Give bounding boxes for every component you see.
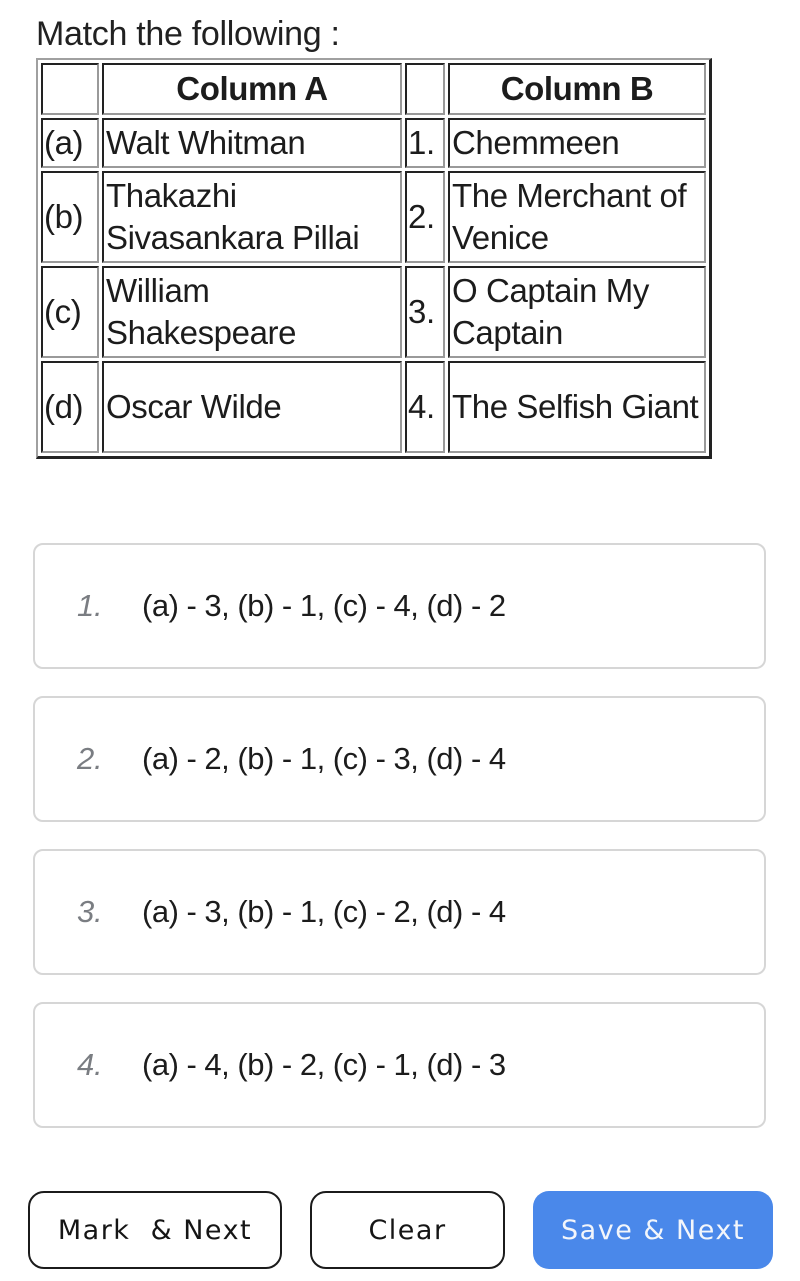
row-label-a: (a) bbox=[41, 118, 99, 168]
header-column-a: Column A bbox=[102, 63, 402, 115]
row-item-a: Walt Whitman bbox=[102, 118, 402, 168]
row-label-a: (b) bbox=[41, 171, 99, 263]
header-blank-b bbox=[405, 63, 445, 115]
row-label-a: (c) bbox=[41, 266, 99, 358]
row-label-b: 4. bbox=[405, 361, 445, 453]
header-column-b: Column B bbox=[448, 63, 706, 115]
option-number: 3. bbox=[77, 894, 103, 929]
option-text: (a) - 4, (b) - 2, (c) - 1, (d) - 3 bbox=[142, 1047, 506, 1082]
option-3[interactable]: 3. (a) - 3, (b) - 1, (c) - 2, (d) - 4 bbox=[33, 849, 766, 975]
row-label-b: 1. bbox=[405, 118, 445, 168]
option-text: (a) - 3, (b) - 1, (c) - 2, (d) - 4 bbox=[142, 894, 506, 929]
table-row: (c) William Shakespeare 3. O Captain My … bbox=[41, 266, 706, 358]
table-header-row: Column A Column B bbox=[41, 63, 706, 115]
row-item-a: William Shakespeare bbox=[102, 266, 402, 358]
option-number: 4. bbox=[77, 1047, 103, 1082]
row-label-a: (d) bbox=[41, 361, 99, 453]
row-item-a: Thakazhi Sivasankara Pillai bbox=[102, 171, 402, 263]
option-number: 1. bbox=[77, 588, 103, 623]
clear-label: Clear bbox=[368, 1214, 447, 1246]
option-1[interactable]: 1. (a) - 3, (b) - 1, (c) - 4, (d) - 2 bbox=[33, 543, 766, 669]
row-label-b: 3. bbox=[405, 266, 445, 358]
option-number: 2. bbox=[77, 741, 103, 776]
option-text: (a) - 3, (b) - 1, (c) - 4, (d) - 2 bbox=[142, 588, 506, 623]
row-item-b: O Captain My Captain bbox=[448, 266, 706, 358]
mark-and-next-button[interactable]: Mark & Next bbox=[28, 1191, 282, 1269]
save-and-next-label: Save & Next bbox=[561, 1214, 745, 1246]
header-blank-a bbox=[41, 63, 99, 115]
table-row: (d) Oscar Wilde 4. The Selfish Giant bbox=[41, 361, 706, 453]
option-4[interactable]: 4. (a) - 4, (b) - 2, (c) - 1, (d) - 3 bbox=[33, 1002, 766, 1128]
row-item-b: The Selfish Giant bbox=[448, 361, 706, 453]
match-table: Column A Column B (a) Walt Whitman 1. Ch… bbox=[36, 58, 712, 459]
option-2[interactable]: 2. (a) - 2, (b) - 1, (c) - 3, (d) - 4 bbox=[33, 696, 766, 822]
row-item-b: Chemmeen bbox=[448, 118, 706, 168]
save-and-next-button[interactable]: Save & Next bbox=[533, 1191, 773, 1269]
table-row: (a) Walt Whitman 1. Chemmeen bbox=[41, 118, 706, 168]
row-item-b: The Merchant of Venice bbox=[448, 171, 706, 263]
row-label-b: 2. bbox=[405, 171, 445, 263]
row-item-a: Oscar Wilde bbox=[102, 361, 402, 453]
mark-and-next-label: Mark & Next bbox=[57, 1214, 253, 1246]
clear-button[interactable]: Clear bbox=[310, 1191, 505, 1269]
question-title: Match the following : bbox=[36, 15, 340, 53]
option-text: (a) - 2, (b) - 1, (c) - 3, (d) - 4 bbox=[142, 741, 506, 776]
table-row: (b) Thakazhi Sivasankara Pillai 2. The M… bbox=[41, 171, 706, 263]
